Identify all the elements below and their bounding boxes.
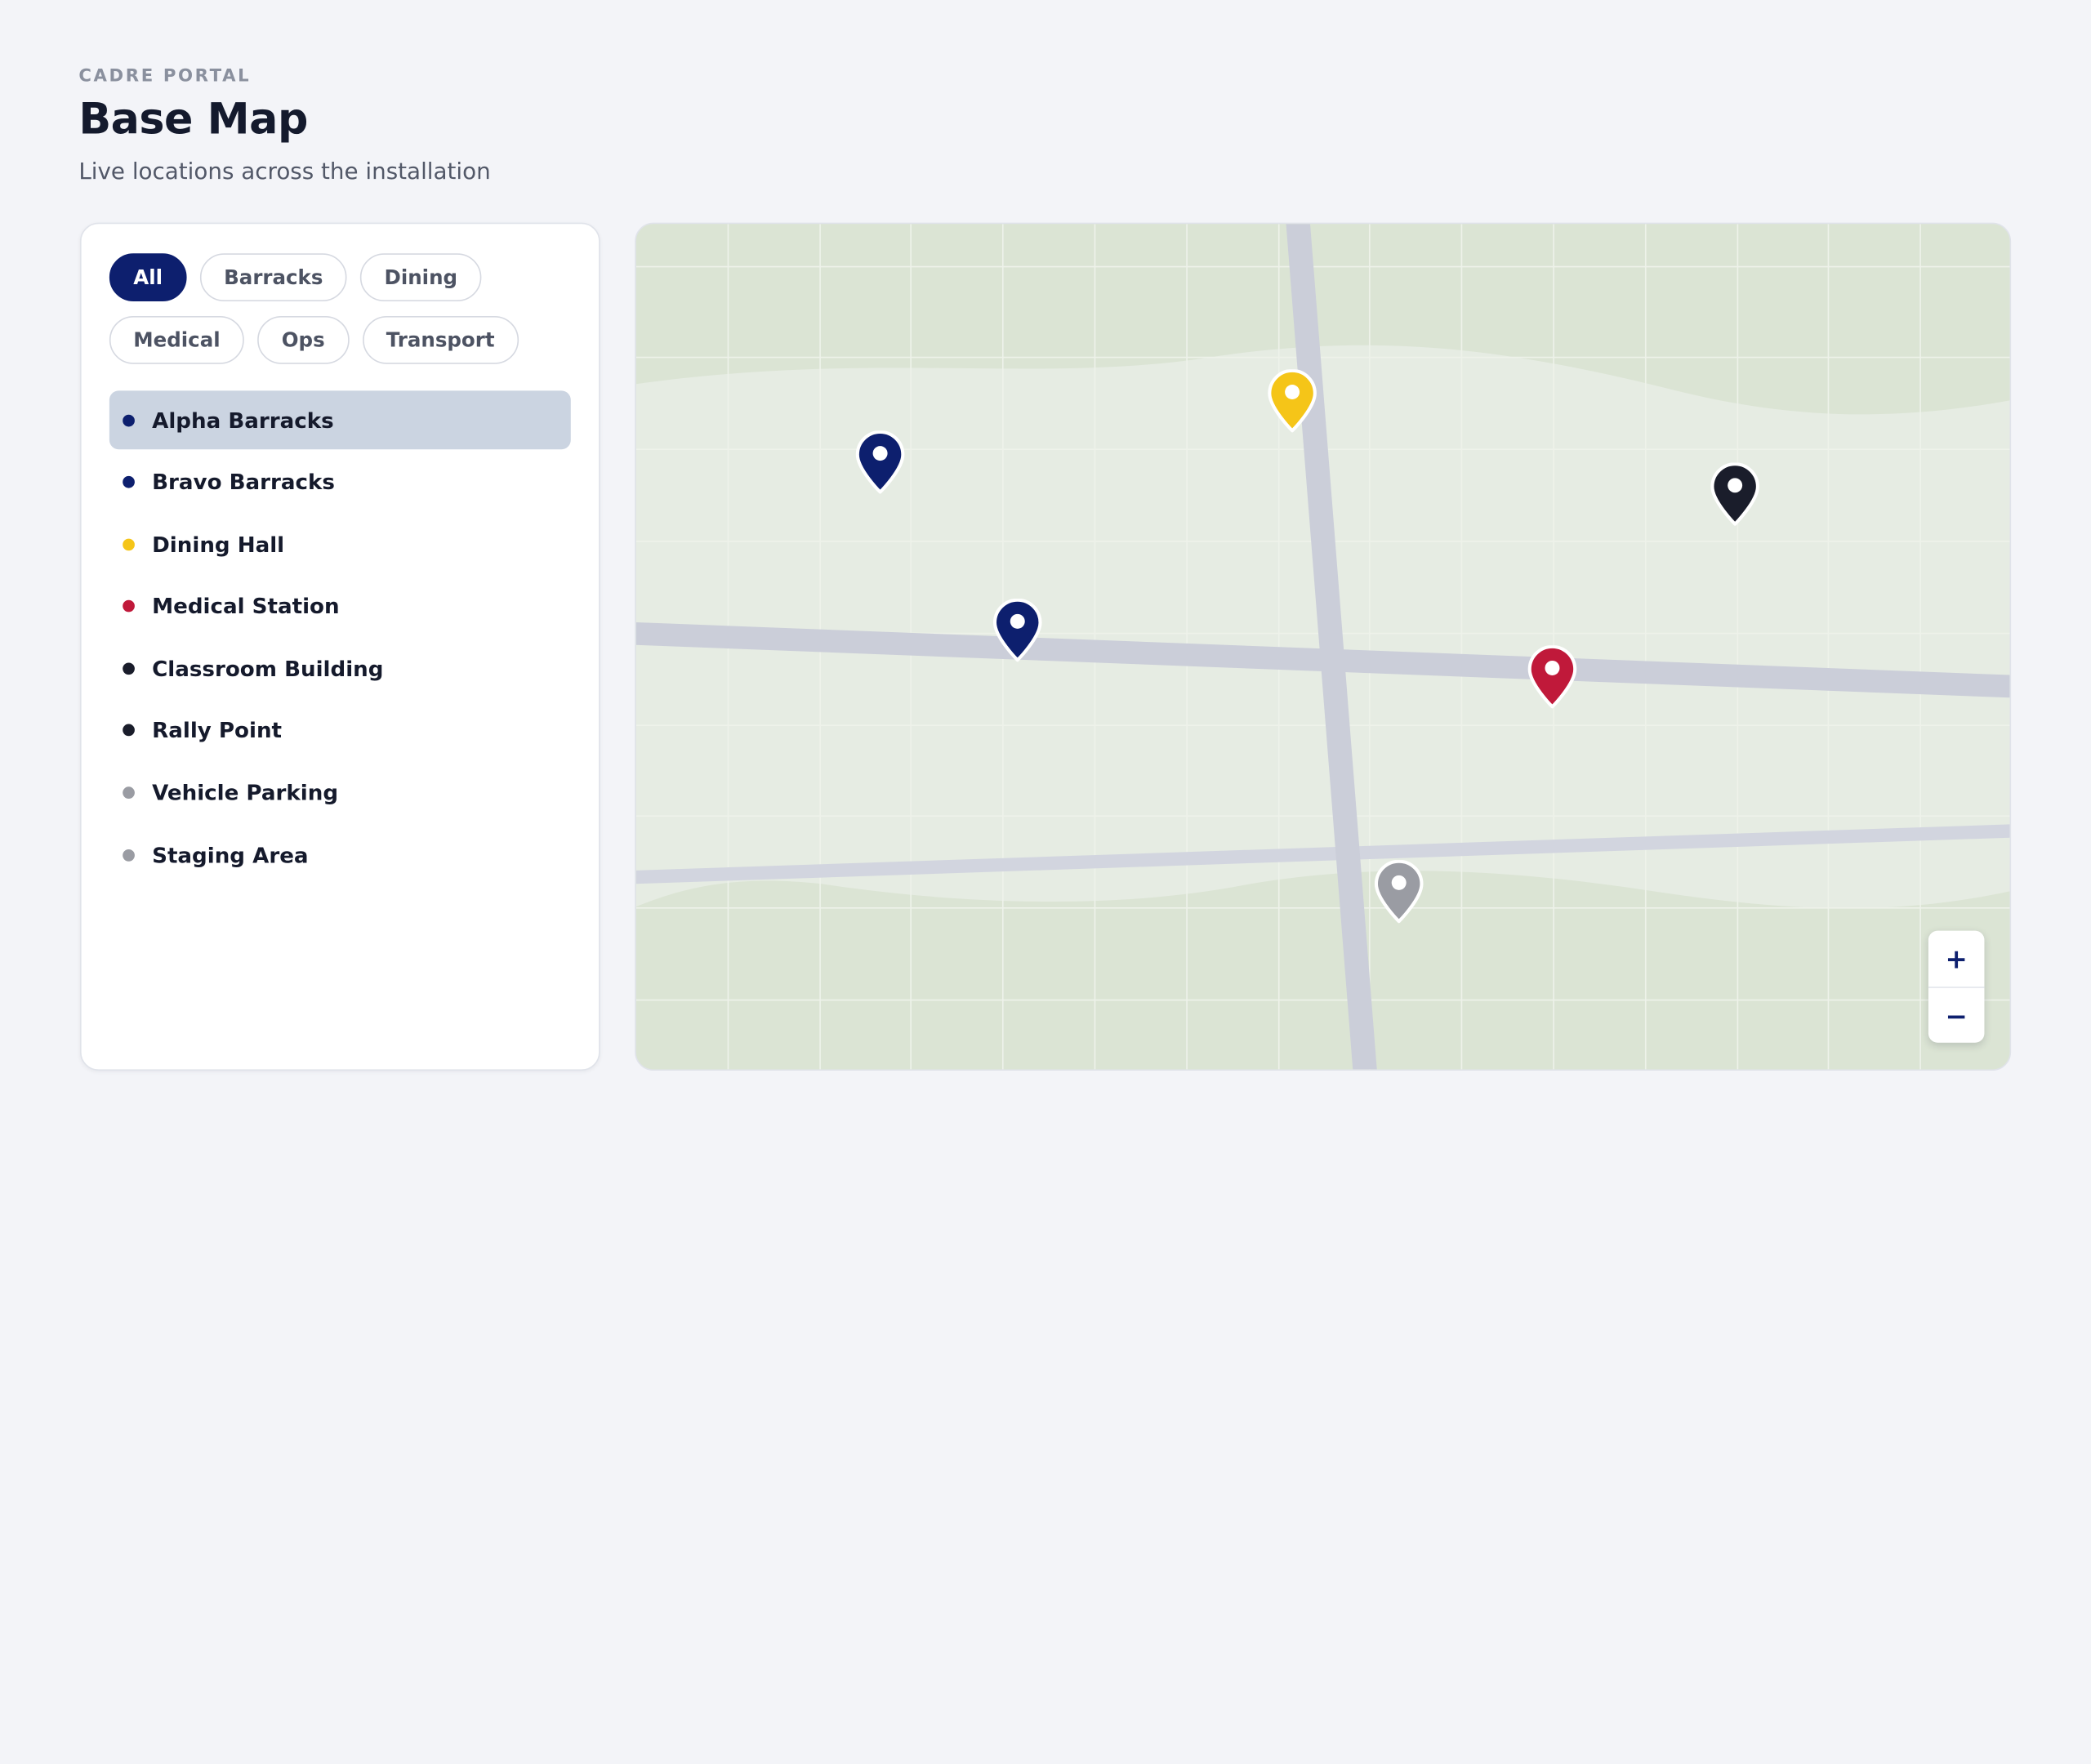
map-pin-icon[interactable] [1265, 369, 1318, 433]
map-pin-icon[interactable] [1372, 860, 1425, 924]
map-pin-icon[interactable] [991, 599, 1044, 662]
zoom-controls: + − [1928, 930, 1985, 1043]
location-item-alpha-barracks[interactable]: Alpha Barracks [109, 390, 571, 450]
map-pin-icon[interactable] [1526, 645, 1579, 709]
location-name: Vehicle Parking [152, 780, 339, 806]
location-name: Staging Area [152, 842, 309, 868]
location-name: Classroom Building [152, 656, 384, 682]
map-pin-icon[interactable] [1708, 462, 1761, 527]
map-pin-icon[interactable] [854, 430, 907, 494]
page-title: Base Map [78, 93, 308, 145]
locations-panel: All Barracks Dining Medical Ops Transpor… [79, 222, 600, 1071]
page-subtitle: Live locations across the installation [78, 158, 491, 185]
zoom-out-button[interactable]: − [1928, 987, 1985, 1043]
category-dot-icon [123, 662, 135, 675]
location-item-medical-station[interactable]: Medical Station [109, 577, 571, 636]
category-dot-icon [123, 476, 135, 488]
location-item-dining-hall[interactable]: Dining Hall [109, 515, 571, 574]
location-item-bravo-barracks[interactable]: Bravo Barracks [109, 452, 571, 511]
filter-chip-transport[interactable]: Transport [362, 315, 519, 364]
base-map[interactable]: + − [635, 222, 2012, 1071]
category-dot-icon [123, 600, 135, 612]
portal-label: CADRE PORTAL [78, 66, 252, 87]
location-item-staging-area[interactable]: Staging Area [109, 826, 571, 884]
category-dot-icon [123, 413, 135, 426]
location-name: Dining Hall [152, 531, 285, 557]
location-name: Alpha Barracks [152, 407, 334, 433]
page: CADRE PORTAL Base Map Live locations acr… [0, 0, 2091, 1764]
location-name: Medical Station [152, 594, 340, 620]
filter-chip-dining[interactable]: Dining [360, 253, 482, 301]
category-dot-icon [123, 538, 135, 550]
filter-chip-medical[interactable]: Medical [109, 315, 245, 364]
category-dot-icon [123, 786, 135, 800]
filter-chip-all[interactable]: All [109, 253, 187, 301]
location-name: Bravo Barracks [152, 469, 335, 495]
zoom-in-button[interactable]: + [1928, 931, 1985, 987]
location-list: Alpha Barracks Bravo Barracks Dining Hal… [109, 390, 571, 888]
category-dot-icon [123, 724, 135, 737]
category-dot-icon [123, 849, 135, 862]
location-item-vehicle-parking[interactable]: Vehicle Parking [109, 764, 571, 822]
filter-chips: All Barracks Dining Medical Ops Transpor… [109, 253, 576, 364]
location-name: Rally Point [152, 718, 283, 744]
filter-chip-barracks[interactable]: Barracks [199, 253, 347, 301]
map-background [635, 224, 2010, 1070]
filter-chip-ops[interactable]: Ops [257, 315, 350, 364]
location-item-classroom-building[interactable]: Classroom Building [109, 639, 571, 698]
location-item-rally-point[interactable]: Rally Point [109, 702, 571, 760]
